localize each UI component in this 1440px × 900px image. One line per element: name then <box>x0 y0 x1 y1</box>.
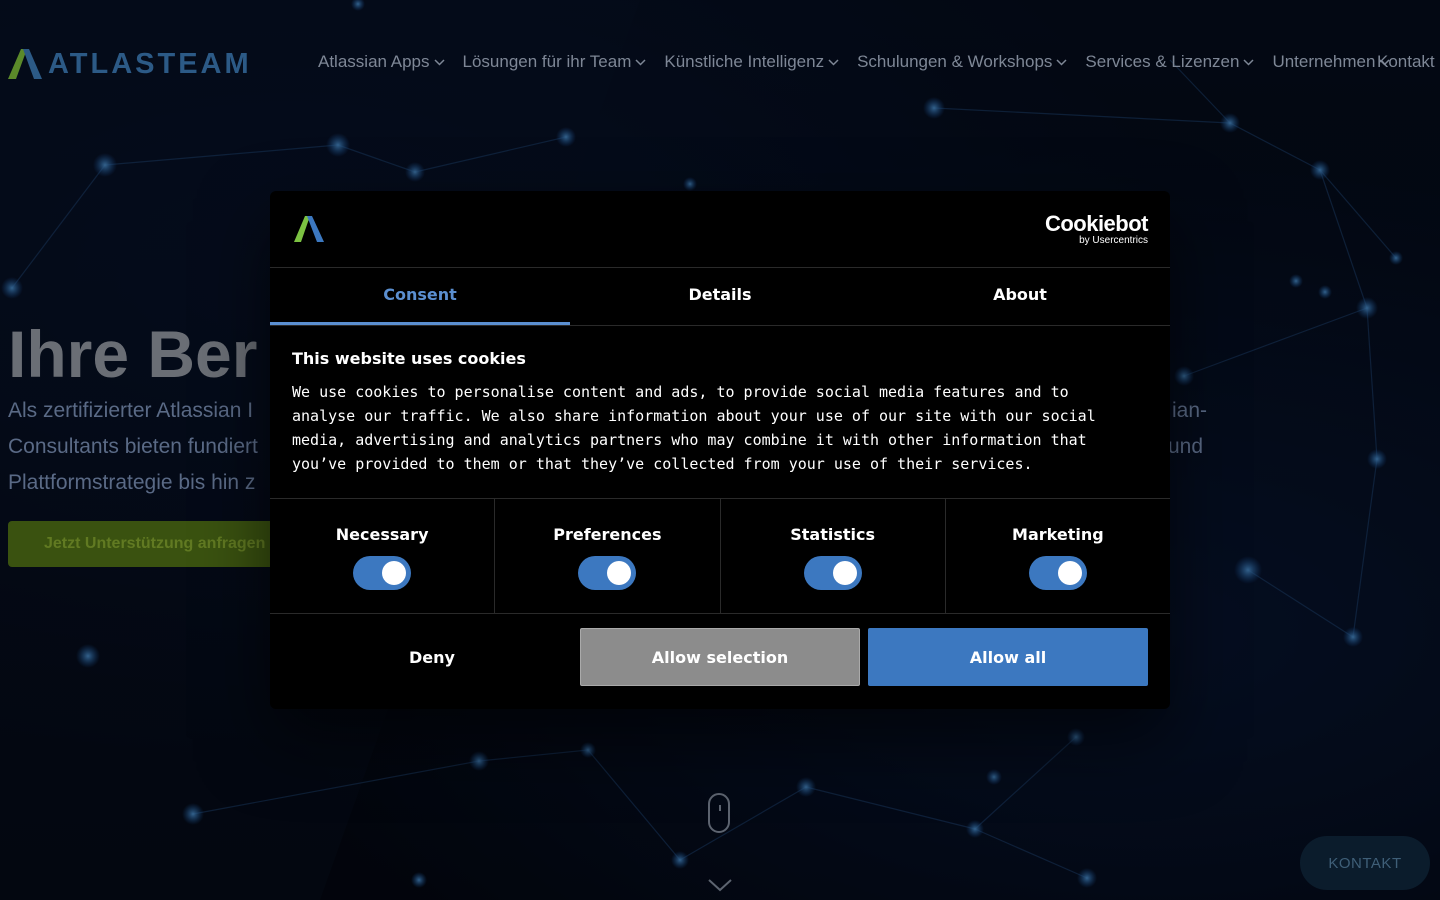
nav-item-kuenstliche-intelligenz[interactable]: Künstliche Intelligenz <box>664 52 839 72</box>
site-logo[interactable]: ATLASTEAM <box>8 48 252 80</box>
chevron-down-icon <box>828 58 839 66</box>
dialog-title: This website uses cookies <box>292 349 526 368</box>
cookiebot-logo[interactable]: Cookiebot by Usercentrics <box>1044 211 1149 246</box>
allow-all-button[interactable]: Allow all <box>868 628 1148 686</box>
site-header: ATLASTEAM Atlassian Apps Lösungen für ih… <box>0 0 1440 130</box>
scroll-mouse-icon[interactable] <box>708 793 730 833</box>
tab-details[interactable]: Details <box>570 268 870 325</box>
chevron-down-icon <box>635 58 646 66</box>
category-marketing: Marketing <box>946 499 1170 613</box>
hero-subtitle-line: Als zertifizierter Atlassian I <box>8 399 254 422</box>
tab-about[interactable]: About <box>870 268 1170 325</box>
request-support-button[interactable]: Jetzt Unterstützung anfragen <box>8 521 308 567</box>
dialog-text: We use cookies to personalise content an… <box>292 383 1096 473</box>
deny-button[interactable]: Deny <box>292 628 572 686</box>
hero-subtitle-fragment: und <box>1168 435 1204 458</box>
category-label: Necessary <box>335 525 429 544</box>
category-preferences: Preferences <box>495 499 721 613</box>
nav-label: Kontakt <box>1377 52 1435 71</box>
toggle-knob <box>832 561 857 585</box>
nav-item-unternehmen[interactable]: Unternehmen <box>1272 52 1390 72</box>
dialog-body: This website uses cookies We use cookies… <box>292 349 1132 476</box>
tab-consent[interactable]: Consent <box>270 268 570 325</box>
category-necessary: Necessary <box>270 499 496 613</box>
nav-item-atlassian-apps[interactable]: Atlassian Apps <box>318 52 445 72</box>
cookiebot-by: by Usercentrics <box>1079 235 1148 246</box>
statistics-toggle[interactable] <box>803 556 862 590</box>
allow-selection-button[interactable]: Allow selection <box>580 628 860 686</box>
hero-subtitle-line: Plattformstrategie bis hin z <box>8 471 256 494</box>
cookiebot-name: Cookiebot <box>1044 211 1149 236</box>
toggle-knob <box>607 561 632 585</box>
nav-label: Atlassian Apps <box>318 52 430 71</box>
category-label: Statistics <box>790 525 875 544</box>
nav-label: Schulungen & Workshops <box>857 52 1053 71</box>
chevron-down-icon <box>433 58 445 66</box>
chevron-down-icon <box>1243 58 1254 66</box>
hero-subtitle-line: Consultants bieten fundiert <box>8 435 258 458</box>
category-label: Preferences <box>553 525 662 544</box>
nav-item-kontakt[interactable]: Kontakt <box>1377 52 1435 72</box>
dialog-buttons: Deny Allow selection Allow all <box>270 628 1170 686</box>
atlasteam-logo-icon <box>294 216 324 242</box>
cookie-consent-dialog: Cookiebot by Usercentrics Consent Detail… <box>270 191 1170 709</box>
kontakt-float-button[interactable]: KONTAKT <box>1300 836 1430 890</box>
main-nav: Atlassian Apps Lösungen für ihr Team Kün… <box>318 52 1435 72</box>
nav-label: Services & Lizenzen <box>1085 52 1240 71</box>
nav-label: Unternehmen <box>1272 52 1376 71</box>
hero-subtitle-fragment: ian- <box>1172 399 1208 422</box>
category-label: Marketing <box>1012 525 1104 544</box>
dialog-header: Cookiebot by Usercentrics <box>270 191 1170 268</box>
chevron-down-icon[interactable] <box>708 878 732 892</box>
nav-label: Künstliche Intelligenz <box>664 52 825 71</box>
cookie-categories: Necessary Preferences Statistics Marketi… <box>270 498 1170 614</box>
necessary-toggle[interactable] <box>353 556 412 590</box>
dialog-tabs: Consent Details About <box>270 268 1170 326</box>
nav-item-services[interactable]: Services & Lizenzen <box>1085 52 1254 72</box>
nav-item-schulungen[interactable]: Schulungen & Workshops <box>857 52 1067 72</box>
atlasteam-logo-icon <box>8 49 42 79</box>
category-statistics: Statistics <box>721 499 946 613</box>
nav-label: Lösungen für ihr Team <box>462 52 632 71</box>
preferences-toggle[interactable] <box>578 556 637 590</box>
toggle-knob <box>1057 561 1082 585</box>
chevron-down-icon <box>1056 58 1067 66</box>
hero-title: Ihre Ber <box>8 317 258 391</box>
nav-item-loesungen[interactable]: Lösungen für ihr Team <box>463 52 647 72</box>
logo-text: ATLASTEAM <box>48 48 252 80</box>
toggle-knob <box>382 561 407 585</box>
marketing-toggle[interactable] <box>1028 556 1087 590</box>
